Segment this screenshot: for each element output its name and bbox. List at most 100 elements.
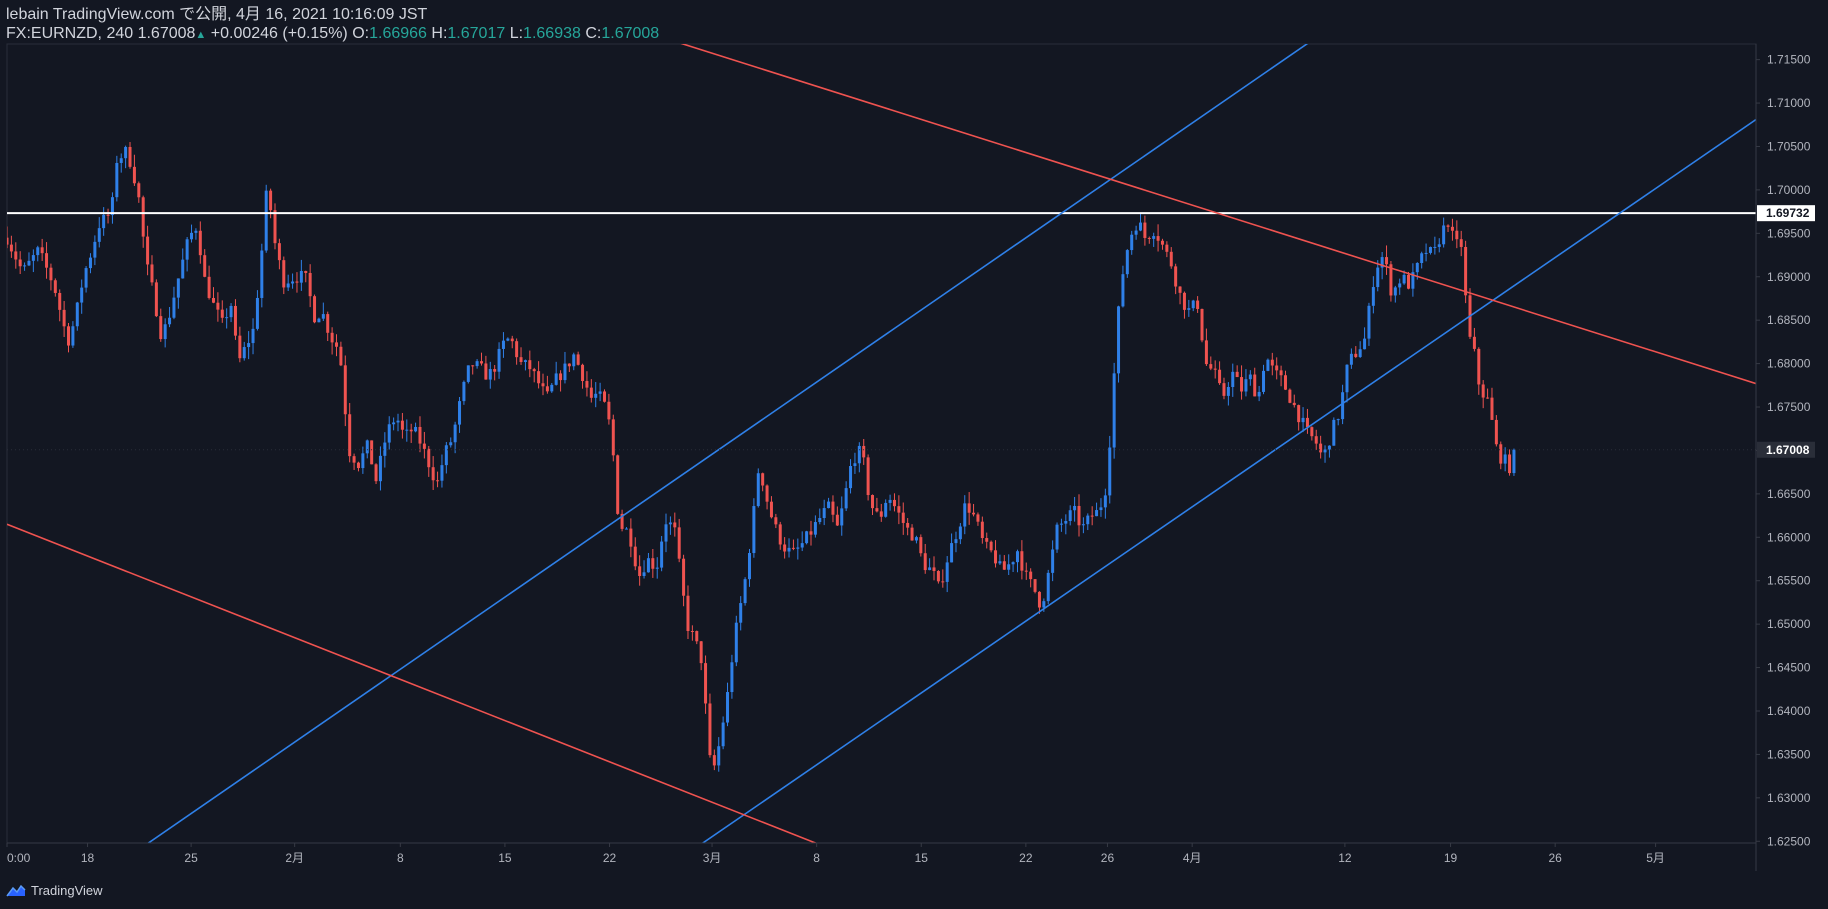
candle-body (1042, 601, 1046, 608)
drawings-layer (7, 42, 1756, 844)
candle-body (1327, 445, 1331, 450)
price-tag-label: 1.69732 (1766, 206, 1810, 220)
candle-body (849, 466, 853, 489)
candle-body (1200, 308, 1204, 341)
candle-body (761, 473, 765, 486)
candle-body (453, 424, 457, 443)
candle-body (14, 251, 18, 260)
candle-body (1332, 419, 1336, 446)
candle-body (853, 463, 857, 467)
time-tick-label: 15 (915, 851, 929, 865)
price-tick-label: 1.63500 (1767, 747, 1811, 761)
candle-body (356, 462, 360, 469)
candle-body (1099, 507, 1103, 511)
candle-body (132, 166, 136, 184)
candle-body (897, 506, 901, 513)
candle-body (1125, 250, 1129, 275)
candle-body (392, 422, 396, 425)
candle-body (624, 528, 628, 530)
plot-area[interactable] (6, 43, 1757, 844)
candle-body (875, 508, 879, 512)
candle-body (1455, 230, 1459, 240)
candle-body (1490, 397, 1494, 420)
price-tick-label: 1.63000 (1767, 791, 1811, 805)
candle-body (45, 253, 49, 268)
candle-body (774, 517, 778, 525)
candle-body (1235, 371, 1239, 378)
candle-body (260, 250, 264, 298)
candle-body (242, 347, 246, 359)
candle-body (730, 662, 734, 693)
candle-body (1305, 417, 1309, 428)
candle-body (778, 524, 782, 545)
candle-body (721, 722, 725, 747)
price-tick-label: 1.65500 (1767, 574, 1811, 588)
candle-body (484, 363, 488, 380)
candle-body (1314, 436, 1318, 444)
candle-body (31, 255, 35, 261)
candle-body (1376, 267, 1380, 288)
candle-body (378, 455, 382, 482)
candle-body (1503, 454, 1507, 464)
candle-body (1257, 391, 1261, 397)
trendline[interactable] (147, 42, 1309, 844)
candle-body (427, 448, 431, 468)
candle-body (1002, 561, 1006, 570)
candle-body (1196, 300, 1200, 309)
candle-body (1481, 384, 1485, 398)
candle-body (493, 369, 497, 372)
candle-body (914, 537, 918, 541)
candle-body (1358, 349, 1362, 357)
candle-body (97, 228, 101, 242)
candle-body (440, 465, 444, 481)
candle-body (150, 264, 154, 283)
candle-body (1279, 370, 1283, 376)
candle-body (1512, 449, 1516, 474)
candle-body (668, 522, 672, 525)
time-tick-label: 8 (813, 851, 820, 865)
candle-body (1037, 591, 1041, 608)
time-tick-label: 4月 (1183, 851, 1202, 865)
candle-body (879, 511, 883, 517)
candle-body (994, 550, 998, 564)
candle-body (1059, 523, 1063, 525)
candlestick-chart[interactable]: 1.71500 1.71000 1.70500 1.70000 1.69500 1.690… (0, 0, 1828, 909)
candle-body (405, 429, 409, 431)
candle-body (475, 361, 479, 367)
time-axis[interactable]: 0:00 18 25 2月 8 15 22 3月 8 15 22 26 4月 12 19 26 5月 (6, 842, 1756, 865)
candle-body (954, 539, 958, 544)
candle-body (1090, 515, 1094, 517)
candle-body (1081, 524, 1085, 526)
candle-body (1446, 225, 1450, 227)
candle-body (892, 499, 896, 507)
candle-body (677, 527, 681, 559)
candle-body (229, 305, 233, 318)
candle-body (884, 502, 888, 517)
candle-body (269, 190, 273, 211)
time-tick-label: 18 (81, 851, 95, 865)
candle-body (216, 302, 220, 310)
candle-body (950, 543, 954, 563)
candle-body (1266, 359, 1270, 371)
candle-body (1428, 247, 1432, 253)
candle-body (1341, 392, 1345, 420)
candle-body (365, 440, 369, 454)
trendline[interactable] (701, 118, 1756, 844)
candle-body (783, 544, 787, 552)
candle-body (335, 342, 339, 347)
candle-body (576, 354, 580, 365)
candle-body (651, 558, 655, 569)
candle-body (708, 703, 712, 756)
trendline[interactable] (7, 523, 818, 844)
time-tick-label: 15 (498, 851, 512, 865)
candle-body (581, 364, 585, 382)
candle-body (273, 210, 277, 244)
price-tick-label: 1.69000 (1767, 270, 1811, 284)
candle-body (286, 283, 290, 288)
candle-body (919, 537, 923, 554)
candle-body (1165, 244, 1169, 252)
candle-body (998, 561, 1002, 564)
candle-body (172, 297, 176, 318)
candle-body (936, 570, 940, 582)
candle-body (664, 524, 668, 542)
